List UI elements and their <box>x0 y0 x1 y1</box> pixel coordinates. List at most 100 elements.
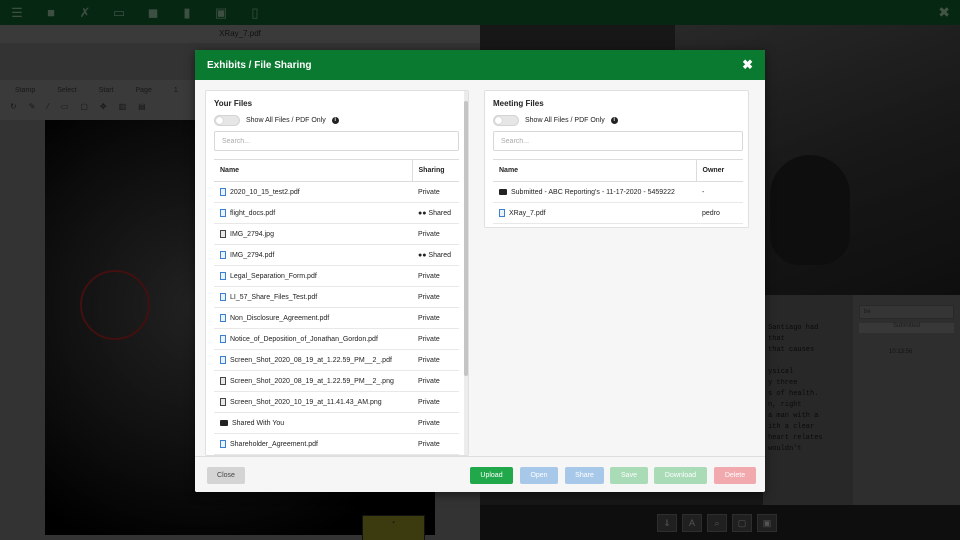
column-header-name[interactable]: Name <box>214 159 412 182</box>
file-name: LI_57_Share_Files_Test.pdf <box>230 293 318 301</box>
image-file-icon <box>220 377 226 385</box>
sharing-status: Private <box>418 293 440 301</box>
owner-name: pedro <box>702 209 720 217</box>
pdf-icon <box>220 209 226 217</box>
file-name: IMG_2794.jpg <box>230 230 274 238</box>
sharing-cell: Private <box>412 328 459 350</box>
your-files-search-input[interactable] <box>214 131 459 151</box>
sharing-status: Private <box>418 398 440 406</box>
sharing-cell: ●● Shared <box>412 244 459 266</box>
sharing-status: Private <box>418 419 440 427</box>
file-name-cell[interactable]: Screen_Shot_2020_08_19_at_1.22.59_PM__2_… <box>214 370 412 392</box>
file-name: XRay_7.pdf <box>509 209 546 217</box>
sharing-cell: Private <box>412 223 459 245</box>
your-files-toggle-row: Show All Files / PDF Only i <box>214 115 339 126</box>
sharing-status: Private <box>418 188 440 196</box>
table-row[interactable]: Screen_Shot_2020_10_19_at_11.41.43_AM.pn… <box>214 391 459 413</box>
sharing-status: Shared <box>428 251 451 259</box>
table-row[interactable]: Screen_Shot_2020_08_19_at_1.22.59_PM__2_… <box>214 370 459 392</box>
column-header-sharing[interactable]: Sharing <box>411 159 459 182</box>
file-name: Legal_Separation_Form.pdf <box>230 272 317 280</box>
meeting-files-title: Meeting Files <box>493 99 544 108</box>
table-row[interactable]: Shared With You Private <box>214 412 459 434</box>
sharing-cell: Private <box>412 286 459 308</box>
modal-header: Exhibits / File Sharing ✖ <box>195 50 765 80</box>
file-name-cell[interactable]: XRay_7.pdf <box>493 202 696 224</box>
table-row[interactable]: Notice_of_Deposition_of_Jonathan_Gordon.… <box>214 328 459 350</box>
file-name-cell[interactable]: Notice_of_Deposition_of_Jonathan_Gordon.… <box>214 328 412 350</box>
file-name-cell[interactable]: Screen_Shot_2020_08_19_at_1.22.59_PM__2_… <box>214 349 412 371</box>
column-header-owner[interactable]: Owner <box>695 159 743 182</box>
meeting-files-search-input[interactable] <box>493 131 743 151</box>
sharing-status: Private <box>418 377 440 385</box>
table-row[interactable]: Legal_Separation_Form.pdf Private <box>214 265 459 287</box>
toggle-label: Show All Files / PDF Only <box>246 117 326 124</box>
table-header-row: Name Sharing <box>214 159 459 182</box>
users-icon: ●● <box>418 209 429 217</box>
close-button[interactable]: Close <box>207 467 245 484</box>
sharing-cell: Private <box>412 265 459 287</box>
upload-button[interactable]: Upload <box>470 467 513 484</box>
share-button[interactable]: Share <box>565 467 604 484</box>
file-name-cell[interactable]: IMG_2794.pdf <box>214 244 412 266</box>
pdf-only-toggle[interactable] <box>493 115 519 126</box>
table-row[interactable]: Submitted - ABC Reporting's - 11-17-2020… <box>493 181 743 203</box>
your-files-title: Your Files <box>214 99 253 108</box>
table-row[interactable]: flight_docs.pdf ●● Shared <box>214 202 459 224</box>
save-button[interactable]: Save <box>610 467 648 484</box>
meeting-files-toggle-row: Show All Files / PDF Only i <box>493 115 618 126</box>
download-button[interactable]: Download <box>654 467 707 484</box>
sharing-cell: Private <box>412 370 459 392</box>
file-name-cell[interactable]: Legal_Separation_Form.pdf <box>214 265 412 287</box>
folder-icon <box>220 420 228 426</box>
file-name: Notice_of_Deposition_of_Jonathan_Gordon.… <box>230 335 378 343</box>
table-row[interactable]: 2020_10_15_test2.pdf Private <box>214 181 459 203</box>
file-name-cell[interactable]: flight_docs.pdf <box>214 202 412 224</box>
pdf-only-toggle[interactable] <box>214 115 240 126</box>
scrollbar-thumb[interactable] <box>464 101 468 376</box>
modal-title: Exhibits / File Sharing <box>207 59 312 71</box>
sharing-status: Shared <box>428 209 451 217</box>
pdf-icon <box>220 314 226 322</box>
delete-button[interactable]: Delete <box>714 467 756 484</box>
table-row[interactable]: IMG_2794.jpg Private <box>214 223 459 245</box>
sharing-status: Private <box>418 272 440 280</box>
file-name: Shared With You <box>232 419 285 427</box>
sharing-cell: ●● Shared <box>412 202 459 224</box>
image-file-icon <box>220 230 226 238</box>
info-icon[interactable]: i <box>331 117 339 124</box>
table-row[interactable]: Screen_Shot_2020_08_19_at_1.22.59_PM__2_… <box>214 349 459 371</box>
info-icon[interactable]: i <box>610 117 618 124</box>
users-icon: ●● <box>418 251 429 259</box>
close-icon[interactable]: ✖ <box>742 57 753 73</box>
pdf-icon <box>220 356 226 364</box>
table-row[interactable]: LI_57_Share_Files_Test.pdf Private <box>214 286 459 308</box>
file-name-cell[interactable]: Submitted - ABC Reporting's - 11-17-2020… <box>493 181 696 203</box>
file-name: Screen_Shot_2020_08_19_at_1.22.59_PM__2_… <box>230 377 394 385</box>
table-row[interactable]: XRay_7.pdf pedro <box>493 202 743 224</box>
your-files-table: Name Sharing 2020_10_15_test2.pdf Private… <box>214 159 459 455</box>
file-name-cell[interactable]: Shared With You <box>214 412 412 434</box>
table-row[interactable]: Shareholder_Agreement.pdf Private <box>214 433 459 455</box>
pdf-icon <box>499 209 505 217</box>
file-name-cell[interactable]: Shareholder_Agreement.pdf <box>214 433 412 455</box>
image-file-icon <box>220 398 226 406</box>
sharing-cell: Private <box>412 433 459 455</box>
table-row[interactable]: Non_Disclosure_Agreement.pdf Private <box>214 307 459 329</box>
sharing-status: Private <box>418 356 440 364</box>
sharing-status: Private <box>418 314 440 322</box>
column-header-name[interactable]: Name <box>493 159 696 182</box>
open-button[interactable]: Open <box>520 467 558 484</box>
file-name: Shareholder_Agreement.pdf <box>230 440 318 448</box>
file-name-cell[interactable]: Non_Disclosure_Agreement.pdf <box>214 307 412 329</box>
file-name-cell[interactable]: IMG_2794.jpg <box>214 223 412 245</box>
scrollbar-track[interactable] <box>464 91 468 455</box>
exhibits-file-sharing-modal: Exhibits / File Sharing ✖ Your Files Sho… <box>195 50 765 492</box>
table-row[interactable]: IMG_2794.pdf ●● Shared <box>214 244 459 266</box>
pdf-icon <box>220 440 226 448</box>
file-name-cell[interactable]: 2020_10_15_test2.pdf <box>214 181 412 203</box>
file-name-cell[interactable]: LI_57_Share_Files_Test.pdf <box>214 286 412 308</box>
file-name-cell[interactable]: Screen_Shot_2020_10_19_at_11.41.43_AM.pn… <box>214 391 412 413</box>
file-name: IMG_2794.pdf <box>230 251 275 259</box>
modal-footer: Close Upload Open Share Save Download De… <box>195 456 765 492</box>
